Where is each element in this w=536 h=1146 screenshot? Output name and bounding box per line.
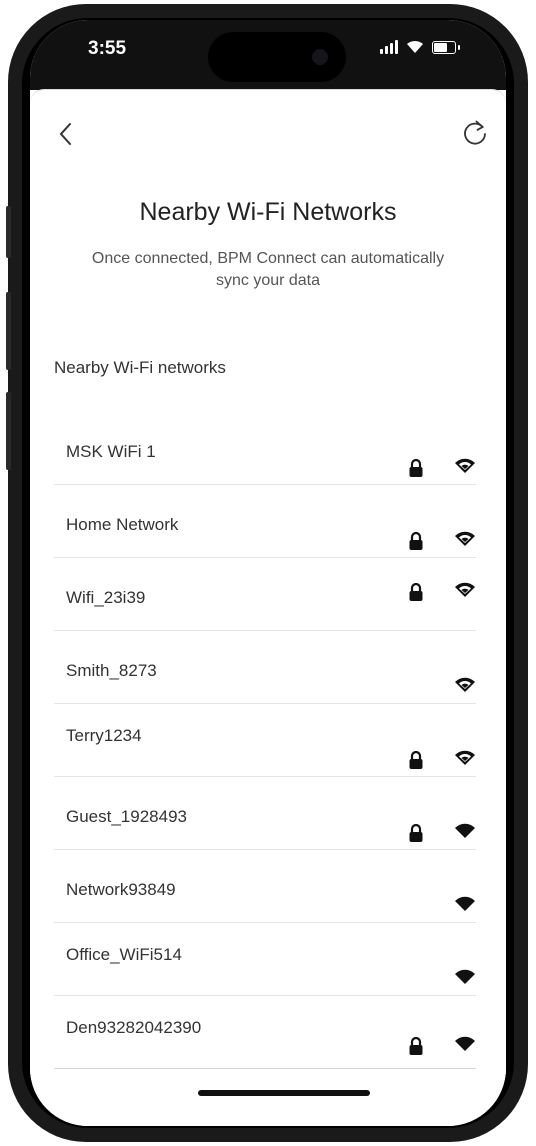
network-name: Terry1234 xyxy=(66,726,142,745)
network-row[interactable]: Terry1234 xyxy=(54,704,476,777)
status-icons xyxy=(380,40,460,54)
network-name: Network93849 xyxy=(66,880,176,899)
network-name: Home Network xyxy=(66,515,179,534)
network-row[interactable]: Wifi_23i39 xyxy=(54,558,476,631)
lock-icon xyxy=(409,823,423,842)
lock-icon xyxy=(409,1036,423,1055)
lock-icon xyxy=(409,582,423,601)
lock-icon xyxy=(409,750,423,769)
network-row[interactable]: Smith_8273 xyxy=(54,631,476,704)
network-row[interactable]: Office_WiFi514 xyxy=(54,923,476,996)
phone-screen: 3:55 Nearby Wi-Fi Networks Once connecte… xyxy=(30,20,506,1126)
cellular-signal-icon xyxy=(380,40,398,54)
status-time: 3:55 xyxy=(88,38,127,59)
network-name: Wifi_23i39 xyxy=(66,588,146,607)
wifi-icon xyxy=(455,458,475,473)
network-name: MSK WiFi 1 xyxy=(66,442,156,461)
wifi-icon xyxy=(455,531,475,546)
wifi-icon xyxy=(455,823,475,838)
lock-icon xyxy=(409,531,423,550)
wifi-status-icon xyxy=(407,40,423,53)
lock-icon xyxy=(409,458,423,477)
battery-icon xyxy=(432,41,456,54)
chevron-left-icon[interactable] xyxy=(54,120,78,148)
network-row[interactable]: MSK WiFi 1 xyxy=(54,412,476,485)
network-row[interactable]: Network93849 xyxy=(54,850,476,923)
section-label: Nearby Wi-Fi networks xyxy=(54,358,226,377)
network-row[interactable]: Den93282042390 xyxy=(54,996,476,1069)
status-bar: 3:55 xyxy=(30,20,506,90)
action-button xyxy=(6,206,11,258)
wifi-icon xyxy=(455,969,475,984)
network-name: Smith_8273 xyxy=(66,661,157,680)
network-name: Den93282042390 xyxy=(66,1018,202,1037)
refresh-icon[interactable] xyxy=(460,118,490,148)
page-title: Nearby Wi-Fi Networks xyxy=(139,198,397,226)
wifi-icon xyxy=(455,582,475,597)
network-row[interactable]: Home Network xyxy=(54,485,476,558)
app-content: Nearby Wi-Fi Networks Once connected, BP… xyxy=(30,90,506,1126)
wifi-icon xyxy=(455,896,475,911)
dynamic-island xyxy=(208,32,346,82)
volume-up-button xyxy=(6,292,11,370)
home-indicator[interactable] xyxy=(198,1090,370,1096)
wifi-icon xyxy=(455,750,475,765)
battery-tip xyxy=(458,45,460,50)
network-name: Office_WiFi514 xyxy=(66,945,182,964)
network-name: Guest_1928493 xyxy=(66,807,187,826)
camera-icon xyxy=(312,49,328,65)
wifi-icon xyxy=(455,677,475,692)
network-row[interactable]: Guest_1928493 xyxy=(54,777,476,850)
network-list: MSK WiFi 1 Home Network Wifi_23i39 Smith… xyxy=(54,412,476,1069)
wifi-icon xyxy=(455,1036,475,1051)
page-subtitle: Once connected, BPM Connect can automati… xyxy=(91,250,445,289)
volume-down-button xyxy=(6,392,11,470)
